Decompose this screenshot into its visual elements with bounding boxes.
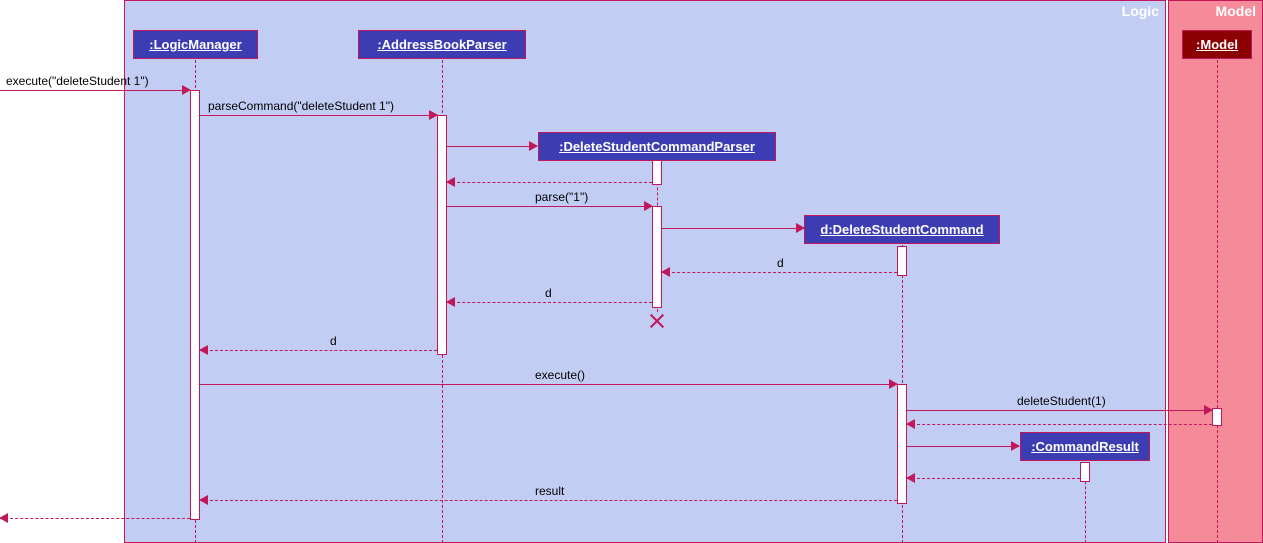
lifeline-logic-manager: :LogicManager (133, 30, 258, 59)
lifeline-model: :Model (1182, 30, 1252, 59)
activation-ab-parser (437, 115, 447, 355)
sequence-diagram: Logic Model :LogicManager :AddressBookPa… (0, 0, 1263, 543)
activation-dsc-parser-1 (652, 160, 662, 185)
activation-ds-command-1 (897, 246, 907, 276)
logic-frame-title: Logic (1122, 3, 1159, 19)
activation-dsc-parser-2 (652, 206, 662, 308)
activation-logic-manager (190, 90, 200, 520)
lifeline-delete-student-command: d:DeleteStudentCommand (804, 215, 1000, 244)
destroy-icon (648, 312, 666, 330)
activation-cmd-result (1080, 462, 1090, 482)
lifeline-command-result: :CommandResult (1020, 432, 1150, 461)
lifeline-delete-student-command-parser: :DeleteStudentCommandParser (538, 132, 776, 161)
model-frame: Model (1168, 0, 1263, 543)
lifeline-addressbook-parser: :AddressBookParser (358, 30, 526, 59)
activation-ds-command-2 (897, 384, 907, 504)
activation-model (1212, 408, 1222, 426)
logic-frame: Logic (124, 0, 1166, 543)
lifeline-line-model (1217, 60, 1218, 543)
model-frame-title: Model (1216, 3, 1256, 19)
